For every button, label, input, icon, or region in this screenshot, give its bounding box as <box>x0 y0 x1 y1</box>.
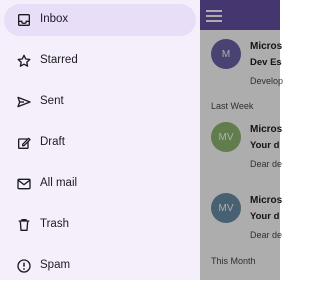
nav-item-starred[interactable]: Starred <box>4 45 196 77</box>
star-icon <box>16 53 32 69</box>
nav-label: All mail <box>40 177 78 189</box>
nav-item-draft[interactable]: Draft <box>4 127 196 159</box>
inbox-icon <box>16 12 32 28</box>
send-icon <box>16 94 32 110</box>
trash-icon <box>16 217 32 233</box>
nav-label: Sent <box>40 95 64 107</box>
nav-item-all-mail[interactable]: All mail <box>4 168 196 200</box>
nav-item-spam[interactable]: Spam <box>4 250 196 282</box>
nav-item-inbox[interactable]: Inbox <box>4 4 196 36</box>
nav-label: Draft <box>40 136 65 148</box>
nav-label: Inbox <box>40 13 69 25</box>
nav-item-sent[interactable]: Sent <box>4 86 196 118</box>
edit-icon <box>16 135 32 151</box>
nav-label: Spam <box>40 259 71 271</box>
nav-item-trash[interactable]: Trash <box>4 209 196 241</box>
spam-icon <box>16 258 32 274</box>
nav-label: Starred <box>40 54 78 66</box>
nav-label: Trash <box>40 218 69 230</box>
mail-icon <box>16 176 32 192</box>
navigation-drawer: Inbox Starred Sent Draft All mail Trash <box>0 0 200 280</box>
